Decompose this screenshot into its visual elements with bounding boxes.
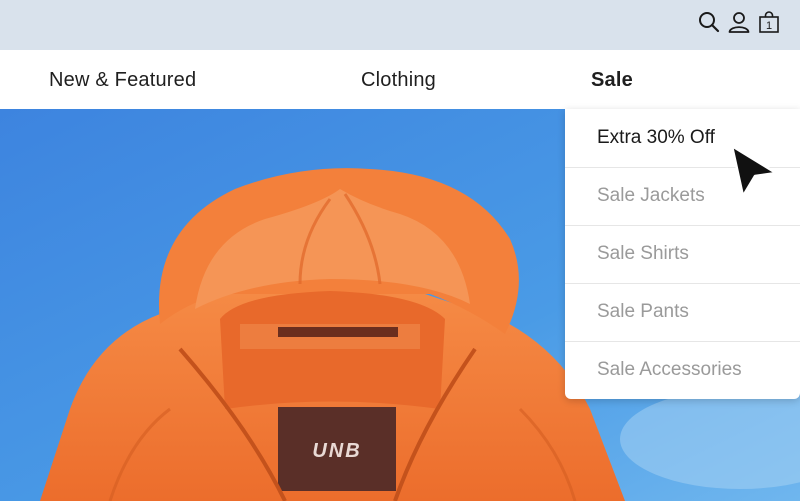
menu-item-sale-shirts[interactable]: Sale Shirts xyxy=(565,225,800,283)
cart-icon[interactable]: 1 xyxy=(757,10,781,34)
nav-new-featured[interactable]: New & Featured xyxy=(49,69,196,92)
menu-item-sale-accessories[interactable]: Sale Accessories xyxy=(565,341,800,399)
nav-sale[interactable]: Sale xyxy=(591,69,633,92)
top-utility-bar: 1 xyxy=(0,0,800,50)
cart-count: 1 xyxy=(766,20,772,32)
menu-item-sale-pants[interactable]: Sale Pants xyxy=(565,283,800,341)
nav-clothing[interactable]: Clothing xyxy=(361,69,436,92)
main-navigation: New & Featured Clothing Sale xyxy=(0,50,800,109)
arrow-cursor-icon xyxy=(728,143,780,199)
jacket-label-text: UNB xyxy=(312,440,361,462)
search-icon[interactable] xyxy=(697,10,721,34)
account-icon[interactable] xyxy=(727,10,751,34)
